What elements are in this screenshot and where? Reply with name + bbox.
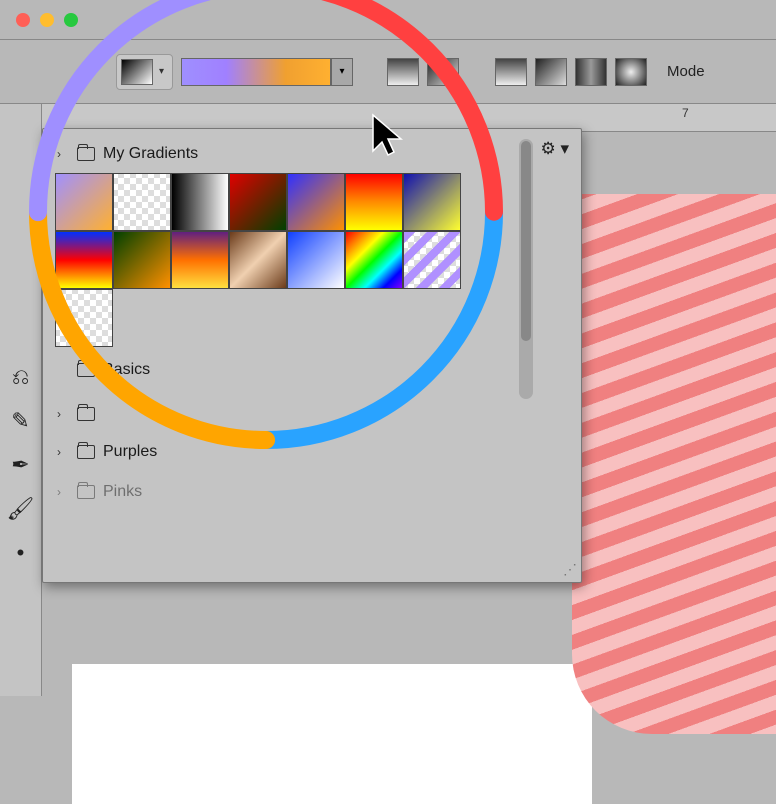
folder-icon (77, 485, 95, 499)
gradient-swatch[interactable] (287, 173, 345, 231)
maximize-window-button[interactable] (64, 13, 78, 27)
minimize-window-button[interactable] (40, 13, 54, 27)
popup-scrollbar[interactable] (519, 139, 533, 399)
mode-label: Mode (667, 63, 705, 80)
folder-icon (77, 363, 95, 377)
gradient-swatch[interactable] (113, 231, 171, 289)
folder-label: Purples (103, 443, 157, 461)
gradient-style-button-3[interactable] (575, 58, 607, 86)
canvas-background (72, 664, 592, 804)
path-tool-icon[interactable]: ✎ (11, 408, 29, 434)
gradient-preview-dropdown[interactable]: ▾ (181, 58, 353, 86)
gradient-style-button-2[interactable] (535, 58, 567, 86)
folder-my-gradients[interactable]: › My Gradients (53, 139, 513, 169)
gradient-swatch[interactable] (113, 173, 171, 231)
gradient-preview (181, 58, 331, 86)
folder-label: Pinks (103, 483, 142, 501)
ruler-mark: 7 (682, 106, 689, 120)
gradient-picker-popup: ⚙ ▾ › My Gradients › (42, 128, 582, 583)
options-toolbar: ▾ ▾ Mode (0, 40, 776, 104)
gradient-swatch[interactable] (345, 173, 403, 231)
gradient-swatch[interactable] (55, 289, 113, 347)
gradient-swatch-grid (55, 173, 513, 347)
gradient-style-button-1[interactable] (495, 58, 527, 86)
chevron-right-icon: › (57, 147, 69, 161)
folder-blues[interactable]: › (53, 401, 513, 427)
gradient-swatch[interactable] (287, 231, 345, 289)
close-window-button[interactable] (16, 13, 30, 27)
gradient-swatch[interactable] (345, 231, 403, 289)
window-titlebar (0, 0, 776, 40)
gradient-swatch[interactable] (403, 231, 461, 289)
canvas-image[interactable] (572, 194, 776, 734)
folder-icon (77, 407, 95, 421)
folder-icon (77, 147, 95, 161)
gradient-swatch[interactable] (55, 173, 113, 231)
gradient-style-button-4[interactable] (615, 58, 647, 86)
scrollbar-thumb[interactable] (521, 141, 531, 341)
gradient-swatch[interactable] (171, 231, 229, 289)
chevron-right-icon: › (57, 445, 69, 459)
gradient-swatch-picker[interactable]: ▾ (116, 54, 173, 90)
brush-tool-icon[interactable]: 🖌 (7, 496, 35, 522)
resize-handle-icon[interactable]: ⋰ (563, 561, 577, 578)
folder-icon (77, 445, 95, 459)
crop-tool-icon[interactable]: ⎌ (12, 364, 30, 390)
gradient-swatch[interactable] (403, 173, 461, 231)
chevron-right-icon: › (57, 485, 69, 499)
folder-purples[interactable]: › Purples (53, 437, 513, 467)
popup-content: › My Gradients › Basics (53, 139, 513, 572)
gradient-thumb (121, 59, 153, 85)
gradient-type-radial-button[interactable] (427, 58, 459, 86)
tools-panel: ⎌ ✎ ✒ 🖌 • (0, 104, 42, 696)
folder-label: My Gradients (103, 145, 198, 163)
chevron-down-icon: ▾ (155, 66, 168, 77)
chevron-down-icon: ▾ (331, 58, 353, 86)
gradient-swatch[interactable] (229, 231, 287, 289)
folder-label: Basics (103, 361, 150, 379)
gradient-swatch[interactable] (229, 173, 287, 231)
gradient-swatch[interactable] (171, 173, 229, 231)
chevron-right-icon: › (57, 407, 69, 421)
gear-icon[interactable]: ⚙ ▾ (541, 139, 570, 159)
gradient-swatch[interactable] (55, 231, 113, 289)
pen-tool-icon[interactable]: ✒ (11, 452, 29, 478)
gradient-type-linear-button[interactable] (387, 58, 419, 86)
folder-pinks[interactable]: › Pinks (53, 477, 513, 507)
folder-basics[interactable]: › Basics (53, 355, 513, 385)
more-tool-icon[interactable]: • (17, 540, 25, 566)
